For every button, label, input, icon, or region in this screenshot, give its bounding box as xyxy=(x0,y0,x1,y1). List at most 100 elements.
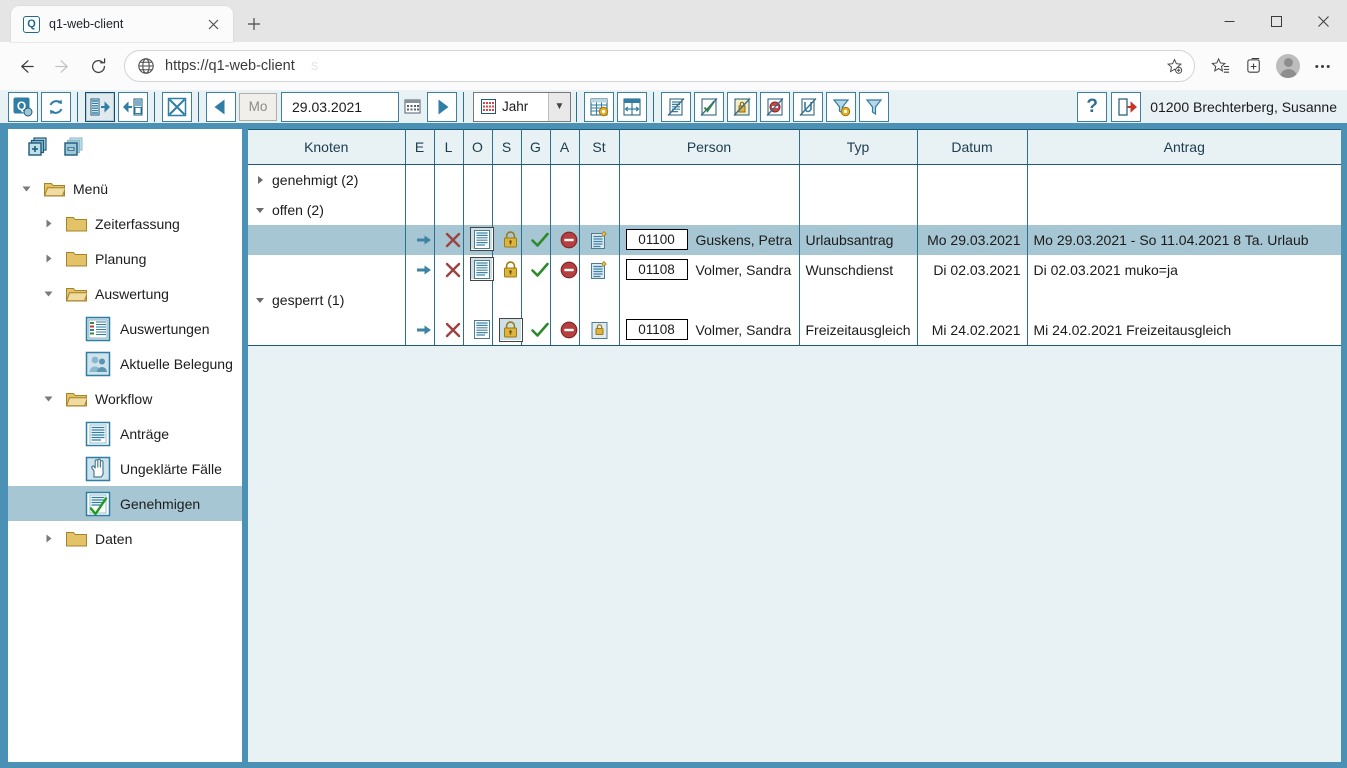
minimize-icon[interactable] xyxy=(1206,0,1253,42)
filter-button[interactable] xyxy=(859,92,889,122)
cross-red-icon[interactable] xyxy=(441,228,465,252)
help-button[interactable]: ? xyxy=(1077,92,1107,122)
add-favorite-star-icon[interactable] xyxy=(1160,52,1188,80)
cell-a[interactable] xyxy=(550,225,579,255)
column-header-a[interactable]: A xyxy=(550,130,579,165)
filter-settings-button[interactable] xyxy=(826,92,856,122)
arrow-right-icon[interactable] xyxy=(412,228,436,252)
column-header-datum[interactable]: Datum xyxy=(917,130,1027,165)
document-locked-icon[interactable] xyxy=(587,318,611,342)
column-header-l[interactable]: L xyxy=(434,130,463,165)
collections-icon[interactable] xyxy=(1237,49,1271,83)
tree-item-auswertungen[interactable]: Auswertungen xyxy=(8,311,242,346)
tree-item-zeiterfassung[interactable]: Zeiterfassung xyxy=(8,206,242,241)
tree-item-auswertung[interactable]: Auswertung xyxy=(8,276,242,311)
cell-g[interactable] xyxy=(521,315,550,345)
table-settings-button[interactable] xyxy=(584,92,614,122)
cell-e[interactable] xyxy=(405,255,434,285)
cell-g[interactable] xyxy=(521,225,550,255)
window-close-icon[interactable] xyxy=(1300,0,1347,42)
column-header-antrag[interactable]: Antrag xyxy=(1027,130,1341,165)
check-green-icon[interactable] xyxy=(528,318,552,342)
close-icon[interactable] xyxy=(201,12,225,36)
document-blue-icon[interactable] xyxy=(470,317,494,341)
column-header-knoten[interactable]: Knoten xyxy=(248,130,405,165)
chevron-down-icon[interactable] xyxy=(254,294,266,306)
deny-red-icon[interactable] xyxy=(557,228,581,252)
document-blue-icon[interactable] xyxy=(470,257,494,281)
lock-gold-icon[interactable] xyxy=(499,258,523,282)
cell-o[interactable] xyxy=(463,255,492,285)
previous-period-button[interactable] xyxy=(206,92,236,122)
deny-red-icon[interactable] xyxy=(557,258,581,282)
address-bar[interactable]: s https://q1-web-client xyxy=(124,50,1195,82)
cell-s[interactable] xyxy=(492,255,521,285)
chevron-down-icon[interactable] xyxy=(18,181,34,197)
cell-st[interactable] xyxy=(579,315,619,345)
chevron-down-icon[interactable]: ▼ xyxy=(548,93,570,121)
cross-red-icon[interactable] xyxy=(441,318,465,342)
cell-l[interactable] xyxy=(434,255,463,285)
calendar-picker-icon[interactable] xyxy=(401,93,423,121)
column-header-g[interactable]: G xyxy=(521,130,550,165)
q-logo-button[interactable]: Q xyxy=(8,92,38,122)
chevron-down-icon[interactable] xyxy=(254,204,266,216)
settings-more-icon[interactable] xyxy=(1305,49,1339,83)
lock-off-button[interactable] xyxy=(727,92,757,122)
column-header-s[interactable]: S xyxy=(492,130,521,165)
tree-item-men[interactable]: Menü xyxy=(8,171,242,206)
cell-st[interactable] xyxy=(579,255,619,285)
cell-o[interactable] xyxy=(463,315,492,345)
cell-e[interactable] xyxy=(405,225,434,255)
column-header-e[interactable]: E xyxy=(405,130,434,165)
table-row[interactable]: 01108Volmer, SandraWunschdienstDi 02.03.… xyxy=(248,255,1341,285)
back-arrow-icon[interactable] xyxy=(8,48,44,84)
cell-s[interactable] xyxy=(492,225,521,255)
cell-e[interactable] xyxy=(405,315,434,345)
approve-off-button[interactable] xyxy=(694,92,724,122)
document-new-icon[interactable] xyxy=(587,258,611,282)
column-header-typ[interactable]: Typ xyxy=(799,130,917,165)
collapse-all-button[interactable] xyxy=(62,135,86,164)
browser-tab[interactable]: Q ageld=10 q1-web-client xyxy=(11,6,233,42)
cross-red-icon[interactable] xyxy=(441,258,465,282)
cell-o[interactable] xyxy=(463,225,492,255)
expand-all-button[interactable] xyxy=(26,135,50,164)
column-header-o[interactable]: O xyxy=(463,130,492,165)
document-blue-icon[interactable] xyxy=(470,227,494,251)
period-select[interactable]: Jahr ▼ xyxy=(473,92,571,122)
column-header-person[interactable]: Person xyxy=(619,130,799,165)
chevron-down-icon[interactable] xyxy=(40,391,56,407)
deny-off-button[interactable] xyxy=(760,92,790,122)
cell-g[interactable] xyxy=(521,255,550,285)
table-row[interactable]: offen (2) xyxy=(248,195,1341,225)
cell-s[interactable] xyxy=(492,315,521,345)
column-header-st[interactable]: St xyxy=(579,130,619,165)
tree-item-genehmigen[interactable]: Genehmigen xyxy=(8,486,242,521)
maximize-icon[interactable] xyxy=(1253,0,1300,42)
logout-button[interactable] xyxy=(1111,92,1141,122)
collapse-panel-left-button[interactable] xyxy=(118,92,148,122)
tree-item-planung[interactable]: Planung xyxy=(8,241,242,276)
cell-a[interactable] xyxy=(550,315,579,345)
lock-gold-icon[interactable] xyxy=(499,318,523,342)
check-green-icon[interactable] xyxy=(528,258,552,282)
table-row[interactable]: genehmigt (2) xyxy=(248,165,1341,195)
list-filter-off-button[interactable] xyxy=(661,92,691,122)
tree-item-workflow[interactable]: Workflow xyxy=(8,381,242,416)
table-row[interactable]: 01108Volmer, SandraFreizeitausgleichMi 2… xyxy=(248,315,1341,345)
check-green-icon[interactable] xyxy=(528,228,552,252)
cell-l[interactable] xyxy=(434,315,463,345)
close-all-button[interactable] xyxy=(162,92,192,122)
column-width-button[interactable] xyxy=(617,92,647,122)
refresh-button[interactable] xyxy=(41,92,71,122)
new-tab-button[interactable] xyxy=(239,9,269,39)
cell-st[interactable] xyxy=(579,225,619,255)
tree-item-aktuelle-belegung[interactable]: Aktuelle Belegung xyxy=(8,346,242,381)
profile-avatar-icon[interactable] xyxy=(1271,49,1305,83)
tree-item-ungekl-rte-f-lle[interactable]: Ungeklärte Fälle xyxy=(8,451,242,486)
next-period-button[interactable] xyxy=(427,92,457,122)
expand-panel-right-button[interactable] xyxy=(85,92,115,122)
table-row[interactable]: gesperrt (1) xyxy=(248,285,1341,315)
date-input[interactable]: 29.03.2021 xyxy=(281,92,399,122)
